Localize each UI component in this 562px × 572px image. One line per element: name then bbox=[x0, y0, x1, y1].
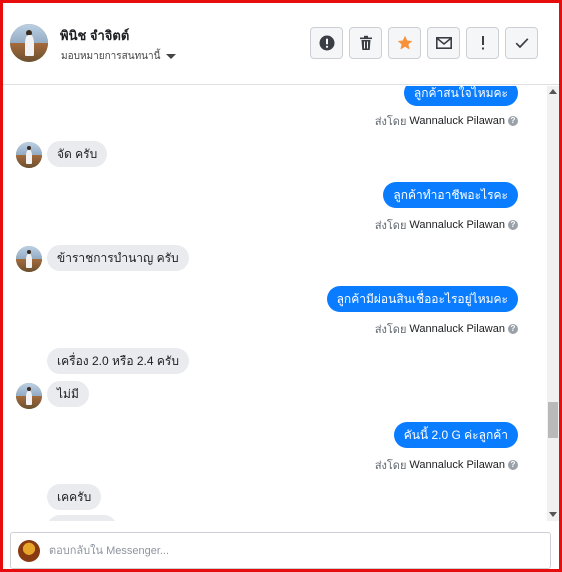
contact-avatar-small bbox=[16, 383, 42, 409]
caret-down-icon bbox=[166, 54, 177, 59]
reply-input[interactable] bbox=[49, 533, 539, 568]
conversation-toolbar bbox=[310, 27, 538, 59]
incoming-message: เคครับ bbox=[47, 484, 102, 510]
help-icon[interactable]: ? bbox=[508, 324, 518, 334]
scroll-up-arrow-icon[interactable] bbox=[549, 89, 557, 94]
assign-label: มอบหมายการสนทนานี้ bbox=[61, 51, 161, 62]
sent-by-line: ส่งโดย Wannaluck Pilawan ? bbox=[375, 112, 518, 130]
agent-name: Wannaluck Pilawan bbox=[409, 323, 505, 335]
sent-by-label: ส่งโดย bbox=[374, 116, 407, 128]
spam-button[interactable] bbox=[310, 27, 343, 59]
alert-circle-icon bbox=[319, 35, 334, 51]
sent-by-label: ส่งโดย bbox=[374, 220, 407, 232]
agent-name: Wannaluck Pilawan bbox=[409, 459, 505, 471]
incoming-message: ข้าราชการบำนาญ ครับ bbox=[47, 245, 189, 271]
message-thread[interactable]: ลูกค้าสนใจไหมคะ ส่งโดย Wannaluck Pilawan… bbox=[3, 86, 559, 521]
contact-avatar-small bbox=[16, 142, 42, 168]
sent-by-line: ส่งโดย Wannaluck Pilawan ? bbox=[375, 456, 518, 474]
star-button[interactable] bbox=[388, 27, 421, 59]
trash-icon bbox=[359, 35, 372, 50]
agent-name: Wannaluck Pilawan bbox=[409, 115, 505, 127]
incoming-message: เครื่อง 2.0 หรือ 2.4 ครับ bbox=[47, 348, 189, 374]
thread-scrollbar[interactable] bbox=[547, 86, 559, 521]
scrollbar-thumb[interactable] bbox=[548, 402, 558, 438]
incoming-message: จัด ครับ bbox=[47, 141, 108, 167]
reply-composer bbox=[10, 532, 551, 569]
outgoing-message: ลูกค้ามีผ่อนสินเชื่ออะไรอยู่ไหมคะ bbox=[326, 286, 518, 312]
conversation-header: พินิช จําจิตต์ มอบหมายการสนทนานี้ bbox=[3, 3, 559, 85]
outgoing-message: ลูกค้าทำอาชีพอะไรคะ bbox=[383, 182, 518, 208]
envelope-icon bbox=[435, 37, 452, 49]
contact-avatar-small bbox=[16, 246, 42, 272]
contact-name[interactable]: พินิช จําจิตต์ bbox=[60, 25, 129, 46]
outgoing-message: ลูกค้าสนใจไหมคะ bbox=[403, 86, 518, 106]
page-avatar bbox=[18, 540, 40, 562]
outgoing-message: คันนี้ 2.0 G ค่ะลูกค้า bbox=[393, 422, 518, 448]
checkmark-icon bbox=[515, 38, 528, 49]
contact-avatar[interactable] bbox=[10, 24, 48, 62]
sent-by-label: ส่งโดย bbox=[374, 324, 407, 336]
help-icon[interactable]: ? bbox=[508, 460, 518, 470]
done-button[interactable] bbox=[505, 27, 538, 59]
follow-up-button[interactable] bbox=[466, 27, 499, 59]
exclamation-icon bbox=[481, 36, 484, 50]
mark-unread-button[interactable] bbox=[427, 27, 460, 59]
sent-by-line: ส่งโดย Wannaluck Pilawan ? bbox=[375, 216, 518, 234]
incoming-message-partial bbox=[47, 515, 117, 521]
star-icon bbox=[397, 35, 412, 50]
sent-by-label: ส่งโดย bbox=[374, 460, 407, 472]
incoming-message: ไม่มี bbox=[47, 381, 89, 407]
delete-button[interactable] bbox=[349, 27, 382, 59]
scroll-down-arrow-icon[interactable] bbox=[549, 512, 557, 517]
agent-name: Wannaluck Pilawan bbox=[409, 219, 505, 231]
sent-by-line: ส่งโดย Wannaluck Pilawan ? bbox=[375, 320, 518, 338]
help-icon[interactable]: ? bbox=[508, 220, 518, 230]
help-icon[interactable]: ? bbox=[508, 116, 518, 126]
assign-conversation-dropdown[interactable]: มอบหมายการสนทนานี้ bbox=[61, 49, 177, 64]
